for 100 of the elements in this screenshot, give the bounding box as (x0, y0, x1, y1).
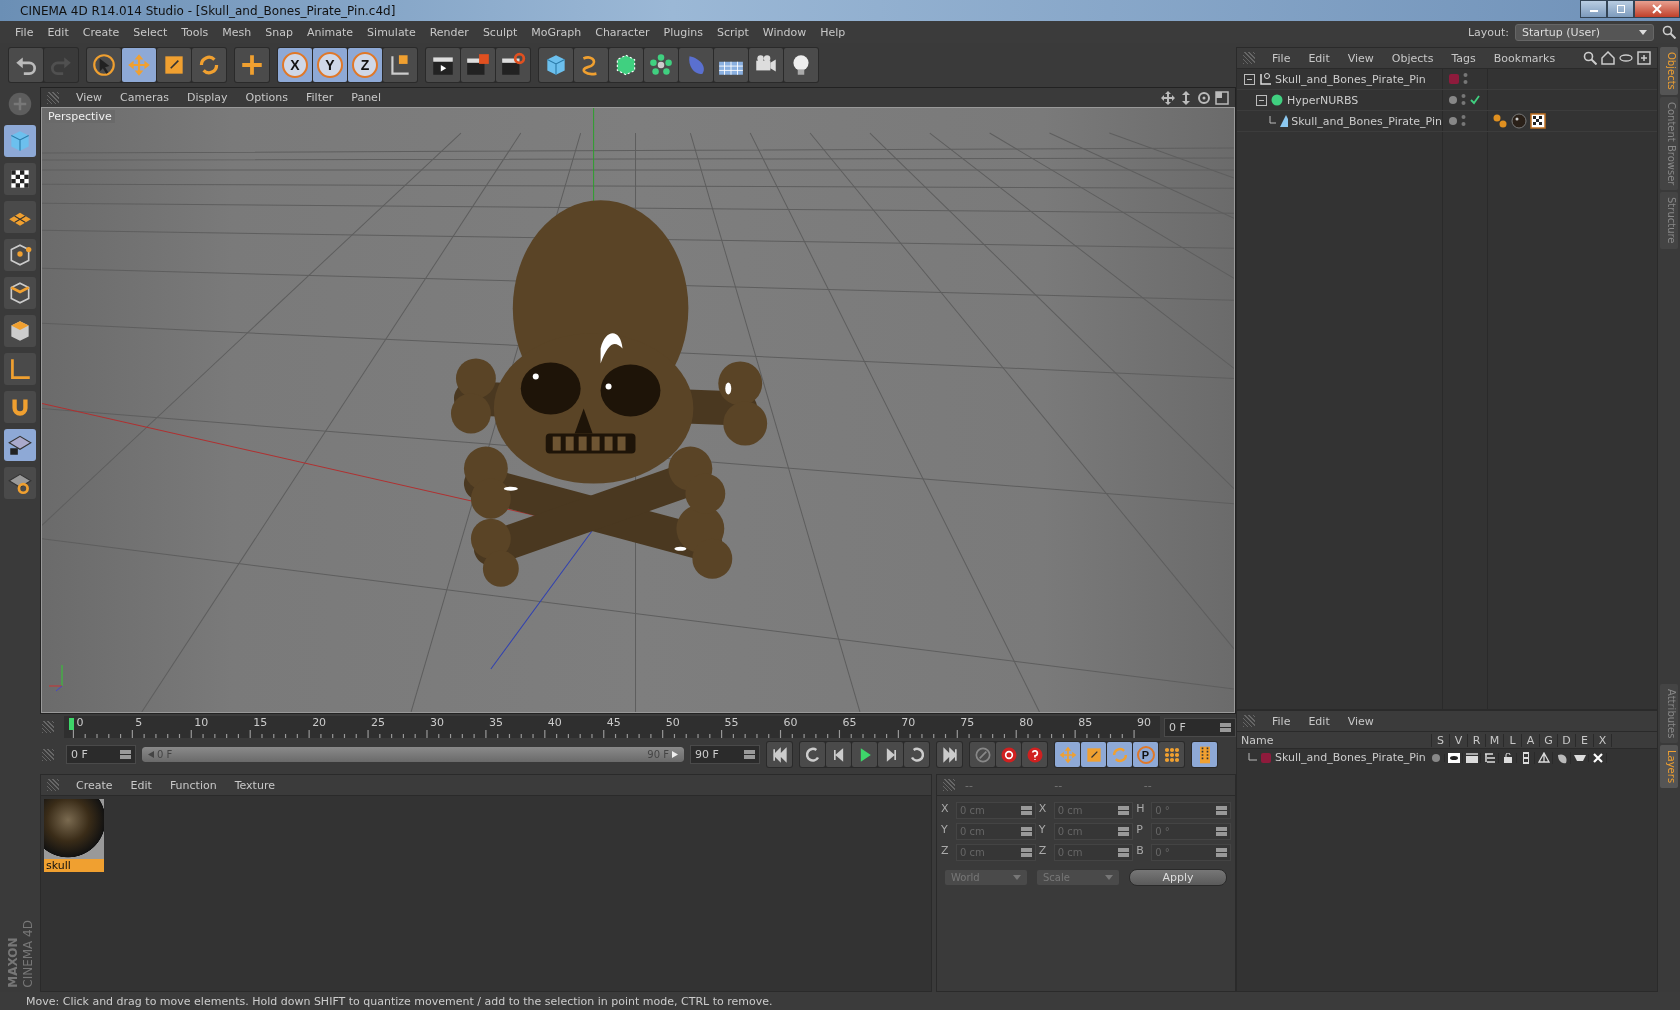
mode-button[interactable] (4, 163, 36, 195)
playback-button[interactable] (904, 742, 929, 767)
toolbar-button[interactable] (644, 48, 678, 82)
axis-lock-button[interactable]: X (278, 48, 312, 82)
playback-button[interactable] (878, 742, 903, 767)
grip-handle[interactable] (42, 721, 54, 733)
home-icon[interactable] (1601, 51, 1615, 65)
check-icon[interactable] (1470, 95, 1480, 105)
menu-item[interactable]: Window (755, 25, 814, 39)
playback-button[interactable] (826, 742, 851, 767)
grip-handle[interactable] (47, 91, 59, 104)
solo-dot[interactable] (1431, 753, 1440, 762)
material-menu-item[interactable]: Create (69, 778, 120, 792)
start-frame-field[interactable]: 0 F (66, 745, 136, 764)
playhead[interactable] (69, 718, 75, 730)
material-menu-item[interactable]: Texture (227, 778, 282, 792)
record-button[interactable] (996, 742, 1021, 767)
visibility-dot[interactable] (1449, 117, 1457, 125)
menu-item[interactable]: Script (709, 25, 756, 39)
render-visibility-icon[interactable] (1463, 72, 1468, 86)
eye-icon[interactable] (1619, 51, 1633, 65)
timeline-button[interactable] (1192, 742, 1217, 767)
collapse-icon[interactable] (1244, 73, 1255, 85)
toolbar-button[interactable] (784, 48, 818, 82)
apply-button[interactable]: Apply (1129, 869, 1227, 886)
grip-handle[interactable] (47, 779, 59, 791)
playback-button[interactable] (937, 742, 962, 767)
toolbar-button[interactable] (609, 48, 643, 82)
layer-color-swatch[interactable] (1261, 752, 1271, 763)
maximize-button[interactable] (1607, 0, 1634, 18)
menu-item[interactable]: File (8, 25, 41, 39)
object-menu-item[interactable]: File (1265, 51, 1298, 65)
xref-icon[interactable] (1592, 752, 1603, 763)
end-frame-field[interactable]: 90 F (690, 745, 760, 764)
expression-icon[interactable] (1573, 753, 1586, 762)
playback-button[interactable] (852, 742, 877, 767)
menu-item[interactable]: Animate (300, 25, 361, 39)
layer-menu-item[interactable]: File (1265, 714, 1298, 728)
right-arrow-icon[interactable] (672, 751, 678, 758)
move-view-icon[interactable] (1161, 90, 1175, 105)
object-menu-item[interactable]: Edit (1301, 51, 1337, 65)
mode-button[interactable] (4, 429, 36, 461)
new-window-icon[interactable] (1637, 51, 1651, 65)
material-menu-item[interactable]: Function (162, 778, 224, 792)
axis-lock-button[interactable]: Z (348, 48, 382, 82)
viewport-menu-item[interactable]: Panel (344, 91, 388, 104)
current-frame-field[interactable]: 0 F (1164, 717, 1236, 737)
key-filter-button[interactable] (1159, 742, 1184, 767)
record-button[interactable] (1022, 742, 1047, 767)
object-menu-item[interactable]: Bookmarks (1486, 51, 1563, 65)
maximize-view-icon[interactable] (1215, 90, 1229, 105)
material-swatch[interactable]: skull (44, 799, 104, 873)
grip-handle[interactable] (42, 748, 54, 761)
menu-item[interactable]: Render (422, 25, 476, 39)
toolbar-button[interactable] (426, 48, 460, 82)
toolbar-button[interactable] (714, 48, 748, 82)
menu-item[interactable]: Snap (258, 25, 300, 39)
axis-lock-button[interactable]: Y (313, 48, 347, 82)
eye-icon[interactable] (1447, 752, 1460, 763)
hierarchy-icon[interactable] (1483, 752, 1496, 763)
viewport-menu-item[interactable]: Display (180, 91, 235, 104)
toolbar-button[interactable] (496, 48, 530, 82)
toolbar-button[interactable] (87, 48, 121, 82)
object-name[interactable]: Skull_and_Bones_Pirate_Pin (1275, 72, 1426, 86)
layer-color-swatch[interactable] (1449, 74, 1459, 84)
left-arrow-icon[interactable] (148, 751, 154, 758)
toolbar-button[interactable] (461, 48, 495, 82)
menu-item[interactable]: Help (813, 25, 853, 39)
toolbar-button[interactable] (749, 48, 783, 82)
render-visibility-icon[interactable] (1461, 114, 1466, 128)
search-icon[interactable] (1662, 25, 1676, 39)
side-tab[interactable]: Objects (1660, 47, 1678, 95)
object-menu-item[interactable]: View (1340, 51, 1381, 65)
film-strip-icon[interactable] (1522, 751, 1529, 764)
layer-menu-item[interactable]: View (1340, 714, 1381, 728)
search-icon[interactable] (1583, 51, 1597, 65)
object-name[interactable]: HyperNURBS (1287, 93, 1359, 107)
viewport-menu-item[interactable]: Filter (299, 91, 341, 104)
render-visibility-icon[interactable] (1461, 93, 1466, 107)
clapperboard-icon[interactable] (1465, 752, 1478, 763)
minimize-button[interactable] (1580, 0, 1607, 18)
collapse-icon[interactable] (1256, 94, 1267, 106)
menu-item[interactable]: Tools (174, 25, 216, 39)
grip-handle[interactable] (1243, 715, 1255, 727)
lock-icon[interactable] (1503, 752, 1512, 763)
material-menu-item[interactable]: Edit (123, 778, 159, 792)
menu-item[interactable]: MoGraph (524, 25, 589, 39)
key-filter-button[interactable]: P (1133, 742, 1158, 767)
grip-handle[interactable] (1243, 52, 1255, 64)
object-menu-item[interactable]: Objects (1384, 51, 1441, 65)
generator-icon[interactable] (1537, 751, 1550, 764)
playback-button[interactable] (767, 742, 792, 767)
menu-item[interactable]: Sculpt (475, 25, 525, 39)
close-button[interactable] (1634, 0, 1680, 18)
toolbar-button[interactable] (383, 48, 417, 82)
layer-menu-item[interactable]: Edit (1301, 714, 1337, 728)
menu-item[interactable]: Mesh (215, 25, 259, 39)
viewport-menu-item[interactable]: Cameras (113, 91, 176, 104)
menu-item[interactable]: Simulate (360, 25, 423, 39)
object-menu-item[interactable]: Tags (1444, 51, 1483, 65)
